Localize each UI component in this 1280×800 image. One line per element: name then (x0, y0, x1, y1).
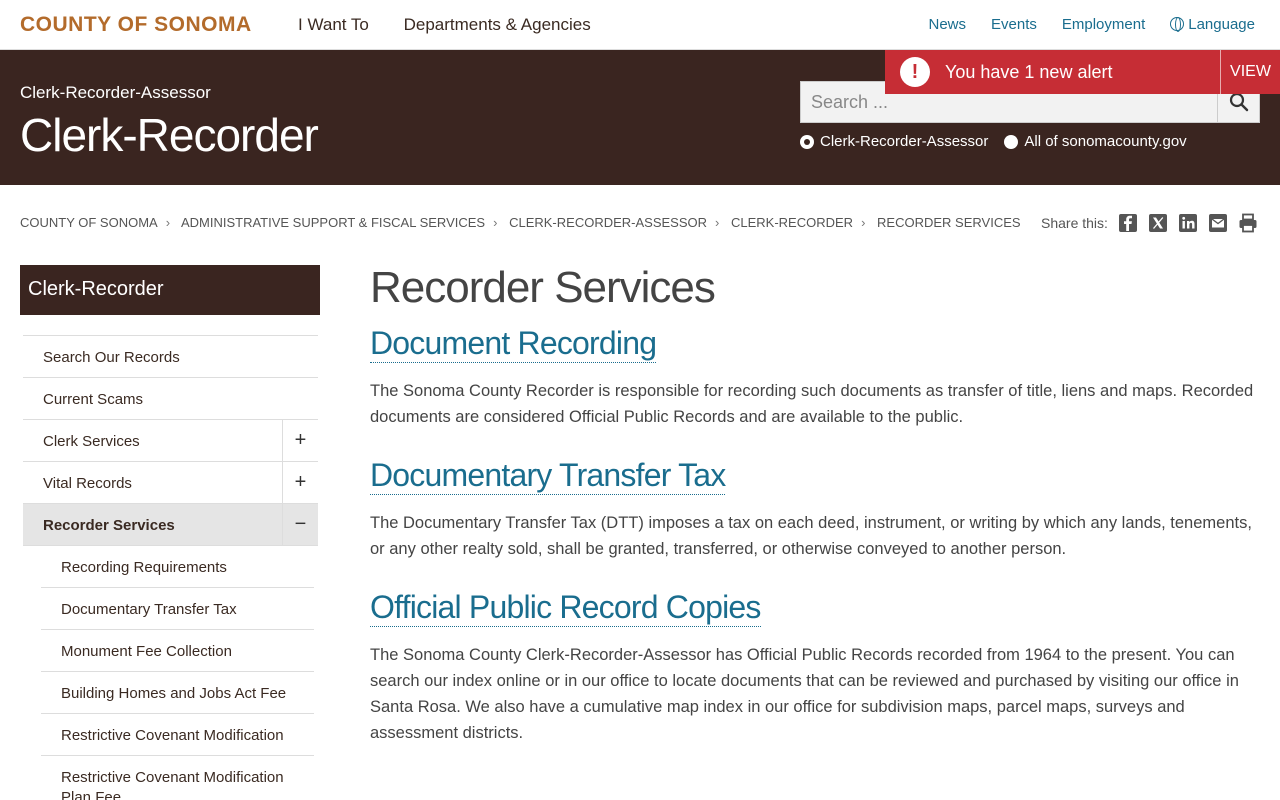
breadcrumb-separator: › (861, 215, 866, 230)
breadcrumb-current: RECORDER SERVICES (877, 215, 1021, 230)
section-official-public-record-copies: Official Public Record Copies The Sonoma… (370, 588, 1260, 746)
sidebar-subitem-label: Monument Fee Collection (61, 643, 232, 660)
sidebar-subitem-label: Building Homes and Jobs Act Fee (61, 685, 287, 702)
share-label: Share this: (1041, 215, 1108, 231)
share-bar: Share this: (1041, 213, 1258, 233)
sidebar-subitem-restrictive-covenant-modification[interactable]: Restrictive Covenant Modification (41, 714, 314, 756)
nav-departments-agencies[interactable]: Departments & Agencies (404, 15, 591, 34)
sidebar-subitem-label: Recording Requirements (61, 559, 227, 576)
collapse-minus-icon[interactable]: − (282, 504, 318, 545)
sidebar-submenu: Recording Requirements Documentary Trans… (41, 546, 314, 800)
print-icon[interactable] (1238, 213, 1258, 233)
alert-banner[interactable]: ! You have 1 new alert VIEW (885, 50, 1280, 94)
sidebar-subitem-building-homes-jobs-act-fee[interactable]: Building Homes and Jobs Act Fee (41, 672, 314, 714)
sidebar-title[interactable]: Clerk-Recorder (20, 265, 320, 315)
nav-events[interactable]: Events (991, 16, 1037, 33)
scope-label-department: Clerk-Recorder-Assessor (820, 133, 989, 150)
radio-unselected-icon (1004, 134, 1019, 149)
breadcrumb-separator: › (715, 215, 720, 230)
search-scope: Clerk-Recorder-Assessor All of sonomacou… (800, 133, 1187, 150)
breadcrumb-item[interactable]: COUNTY OF SONOMA (20, 215, 158, 230)
sidebar-item-label: Current Scams (43, 391, 144, 408)
sidebar-subitem-label: Restrictive Covenant Modification (61, 727, 284, 744)
email-icon[interactable] (1208, 213, 1228, 233)
nav-i-want-to[interactable]: I Want To (298, 15, 369, 34)
search-icon (1229, 92, 1248, 112)
scope-label-all: All of sonomacounty.gov (1024, 133, 1187, 150)
site-title[interactable]: Clerk-Recorder (20, 108, 319, 162)
section-heading[interactable]: Official Public Record Copies (370, 588, 761, 627)
sidebar-item-vital-records[interactable]: Vital Records + (23, 462, 318, 504)
sidebar-item-label: Recorder Services (43, 517, 175, 534)
language-label: Language (1188, 16, 1255, 33)
main-navigation: I Want To Departments & Agencies (298, 15, 621, 35)
breadcrumb-separator: › (493, 215, 498, 230)
sidebar-subitem-restrictive-covenant-plan-fee[interactable]: Restrictive Covenant Modification Plan F… (41, 756, 314, 800)
main-content: Recorder Services Document Recording The… (370, 262, 1260, 746)
sidebar-menu: Search Our Records Current Scams Clerk S… (23, 335, 318, 800)
department-link[interactable]: Clerk-Recorder-Assessor (20, 83, 211, 103)
nav-news[interactable]: News (929, 16, 967, 33)
facebook-icon[interactable] (1118, 213, 1138, 233)
sidebar-item-label: Clerk Services (43, 433, 140, 450)
globe-icon (1170, 17, 1185, 32)
sidebar-subitem-label: Documentary Transfer Tax (61, 601, 237, 618)
linkedin-icon[interactable] (1178, 213, 1198, 233)
section-heading[interactable]: Documentary Transfer Tax (370, 456, 726, 495)
section-heading[interactable]: Document Recording (370, 324, 657, 363)
sidebar-item-search-our-records[interactable]: Search Our Records (23, 336, 318, 378)
breadcrumb: COUNTY OF SONOMA › ADMINISTRATIVE SUPPORT… (20, 215, 1021, 230)
sidebar-subitem-documentary-transfer-tax[interactable]: Documentary Transfer Tax (41, 588, 314, 630)
county-logo-link[interactable]: COUNTY OF SONOMA (20, 13, 252, 37)
sidebar-item-label: Search Our Records (43, 349, 180, 366)
sidebar-item-current-scams[interactable]: Current Scams (23, 378, 318, 420)
sidebar-item-recorder-services[interactable]: Recorder Services − (23, 504, 318, 546)
sidebar-subitem-recording-requirements[interactable]: Recording Requirements (41, 546, 314, 588)
breadcrumb-item[interactable]: CLERK-RECORDER (731, 215, 853, 230)
utility-navigation: News Events Employment Language (929, 16, 1256, 33)
expand-plus-icon[interactable]: + (282, 462, 318, 503)
sidebar-item-label: Vital Records (43, 475, 132, 492)
x-twitter-icon[interactable] (1148, 213, 1168, 233)
section-document-recording: Document Recording The Sonoma County Rec… (370, 324, 1260, 430)
sidebar-subitem-monument-fee-collection[interactable]: Monument Fee Collection (41, 630, 314, 672)
top-navigation: COUNTY OF SONOMA I Want To Departments &… (0, 0, 1280, 50)
section-documentary-transfer-tax: Documentary Transfer Tax The Documentary… (370, 456, 1260, 562)
alert-text: You have 1 new alert (945, 62, 1113, 82)
scope-radio-all[interactable]: All of sonomacounty.gov (1004, 133, 1187, 150)
nav-employment[interactable]: Employment (1062, 16, 1145, 33)
alert-exclamation-icon: ! (900, 57, 930, 87)
sidebar-item-clerk-services[interactable]: Clerk Services + (23, 420, 318, 462)
breadcrumb-item[interactable]: CLERK-RECORDER-ASSESSOR (509, 215, 707, 230)
breadcrumb-separator: › (165, 215, 171, 230)
language-selector[interactable]: Language (1170, 16, 1255, 33)
section-text: The Documentary Transfer Tax (DTT) impos… (370, 514, 1252, 558)
sidebar-subitem-label: Restrictive Covenant Modification Plan F… (61, 769, 284, 800)
page-title: Recorder Services (370, 263, 716, 312)
alert-view-button[interactable]: VIEW (1220, 50, 1280, 94)
radio-selected-icon (800, 134, 814, 149)
expand-plus-icon[interactable]: + (282, 420, 318, 461)
scope-radio-department[interactable]: Clerk-Recorder-Assessor (800, 133, 988, 150)
breadcrumb-item[interactable]: ADMINISTRATIVE SUPPORT & FISCAL SERVICES (181, 215, 485, 230)
section-text: The Sonoma County Clerk-Recorder-Assesso… (370, 646, 1239, 742)
section-text: The Sonoma County Recorder is responsibl… (370, 382, 1254, 426)
